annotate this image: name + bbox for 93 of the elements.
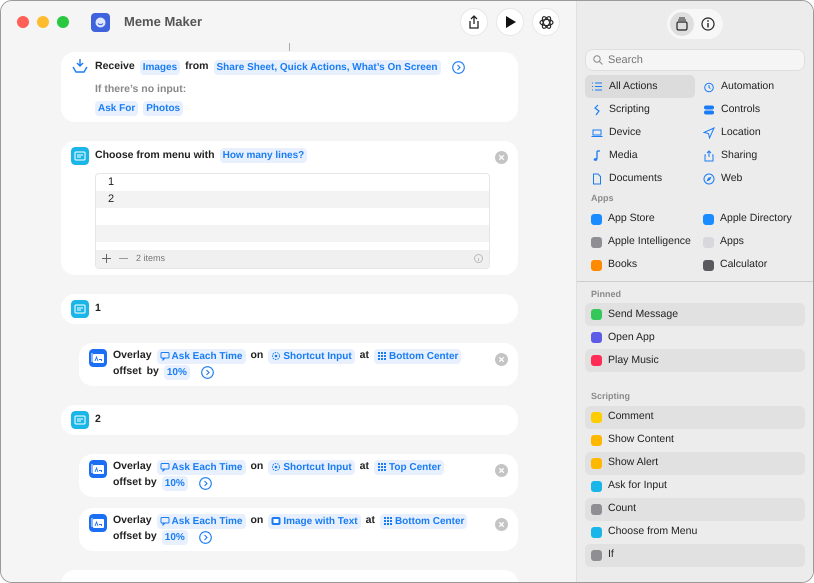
menu-card-icon <box>71 410 89 429</box>
action-item[interactable]: Choose from Menu <box>585 520 805 544</box>
play-icon <box>504 16 516 28</box>
action-label: Overlay <box>113 514 152 528</box>
speech-bubble-icon <box>160 462 170 472</box>
action-label: at <box>360 460 369 474</box>
stack-icon <box>675 17 689 31</box>
action-label: Overlay <box>113 460 152 474</box>
music-note-icon <box>591 150 603 162</box>
action-label: offset by <box>113 476 157 490</box>
compass-icon <box>703 172 715 184</box>
category-item[interactable]: Sharing <box>697 144 805 167</box>
action-item[interactable]: Calculator <box>697 254 805 276</box>
alarm-clock-icon <box>703 80 715 92</box>
expand-icon[interactable] <box>452 60 465 74</box>
speech-bubble-icon <box>160 516 170 526</box>
laptop-icon <box>591 126 603 138</box>
add-icon[interactable] <box>102 254 111 264</box>
search-icon <box>593 55 603 65</box>
window-title: Meme Maker <box>124 13 202 32</box>
action-label: offset <box>113 365 142 380</box>
share-icon <box>468 15 480 29</box>
text-image-icon <box>89 514 107 532</box>
close-window-button[interactable] <box>17 16 29 28</box>
action-item[interactable]: App Store <box>585 208 695 230</box>
action-item[interactable]: Books <box>585 254 695 276</box>
grid-icon <box>377 351 387 362</box>
speech-bubble-icon <box>160 351 170 362</box>
settings-button[interactable] <box>532 8 560 36</box>
grid-icon <box>377 462 387 472</box>
run-button[interactable] <box>496 8 524 36</box>
zoom-window-button[interactable] <box>57 16 69 28</box>
library-tab[interactable] <box>670 12 694 36</box>
action-label: at <box>366 514 375 528</box>
action-label: at <box>360 349 369 364</box>
category-item[interactable]: Automation <box>697 75 805 98</box>
action-label: offset by <box>113 530 157 544</box>
action-label: Choose from menu with <box>95 148 215 163</box>
share-button[interactable] <box>460 8 488 36</box>
category-item[interactable]: All Actions <box>585 75 695 98</box>
action-item[interactable]: Apps <box>697 230 805 254</box>
action-label: on <box>250 514 264 528</box>
menu-card-icon <box>71 146 89 165</box>
no-input-label: If there’s no input: <box>95 82 188 97</box>
action-label: on <box>250 460 264 474</box>
share-icon <box>703 150 715 162</box>
image-icon <box>271 516 282 526</box>
section-heading: Apps <box>590 192 614 205</box>
menu-option[interactable]: 1 <box>96 174 489 191</box>
item-count: 2 items <box>136 252 166 265</box>
expand-icon[interactable] <box>200 366 214 379</box>
atom-icon <box>538 14 554 30</box>
category-item[interactable]: Device <box>585 121 695 144</box>
text-image-icon <box>89 460 107 478</box>
action-item[interactable]: Show Alert <box>585 452 805 474</box>
category-item[interactable]: Location <box>697 121 805 144</box>
action-item[interactable]: If <box>585 544 805 566</box>
action-label: 1 <box>95 302 101 316</box>
action-item[interactable]: Apple Intelligence <box>585 230 695 254</box>
action-label: Overlay <box>113 349 152 364</box>
action-label: Receive <box>95 60 135 74</box>
text-image-icon <box>89 348 107 367</box>
list-icon <box>591 80 603 92</box>
action-label: from <box>185 60 209 74</box>
action-label: by <box>146 365 159 380</box>
action-item[interactable]: Play Music <box>585 349 805 372</box>
toggles-icon <box>703 104 715 116</box>
category-item[interactable]: Web <box>697 167 805 190</box>
location-arrow-icon <box>703 126 715 138</box>
expand-icon[interactable] <box>198 530 212 544</box>
action-item[interactable]: Show Content <box>585 428 805 452</box>
action-item[interactable]: Comment <box>585 406 805 428</box>
action-item[interactable]: Apple Directory <box>697 208 805 230</box>
grid-icon <box>382 516 393 526</box>
action-label: on <box>250 349 264 364</box>
category-item[interactable]: Controls <box>697 98 805 121</box>
category-item[interactable]: Scripting <box>585 98 695 121</box>
menu-option[interactable]: 2 <box>96 190 489 208</box>
info-icon <box>701 17 715 31</box>
category-item[interactable]: Documents <box>585 167 695 190</box>
action-item[interactable]: Count <box>585 498 805 520</box>
section-heading: Pinned <box>590 288 622 300</box>
action-label: 2 <box>95 412 101 427</box>
search-field[interactable]: Search <box>585 49 805 71</box>
menu-card-icon <box>71 300 89 318</box>
action-item[interactable]: Ask for Input <box>585 474 805 498</box>
expand-icon[interactable] <box>198 476 212 490</box>
section-heading: Scripting <box>590 390 632 403</box>
app-smiley-icon <box>91 12 110 32</box>
document-icon <box>591 172 603 184</box>
action-item[interactable]: Open App <box>585 326 805 349</box>
category-item[interactable]: Media <box>585 144 695 167</box>
action-item[interactable]: Send Message <box>585 303 805 326</box>
